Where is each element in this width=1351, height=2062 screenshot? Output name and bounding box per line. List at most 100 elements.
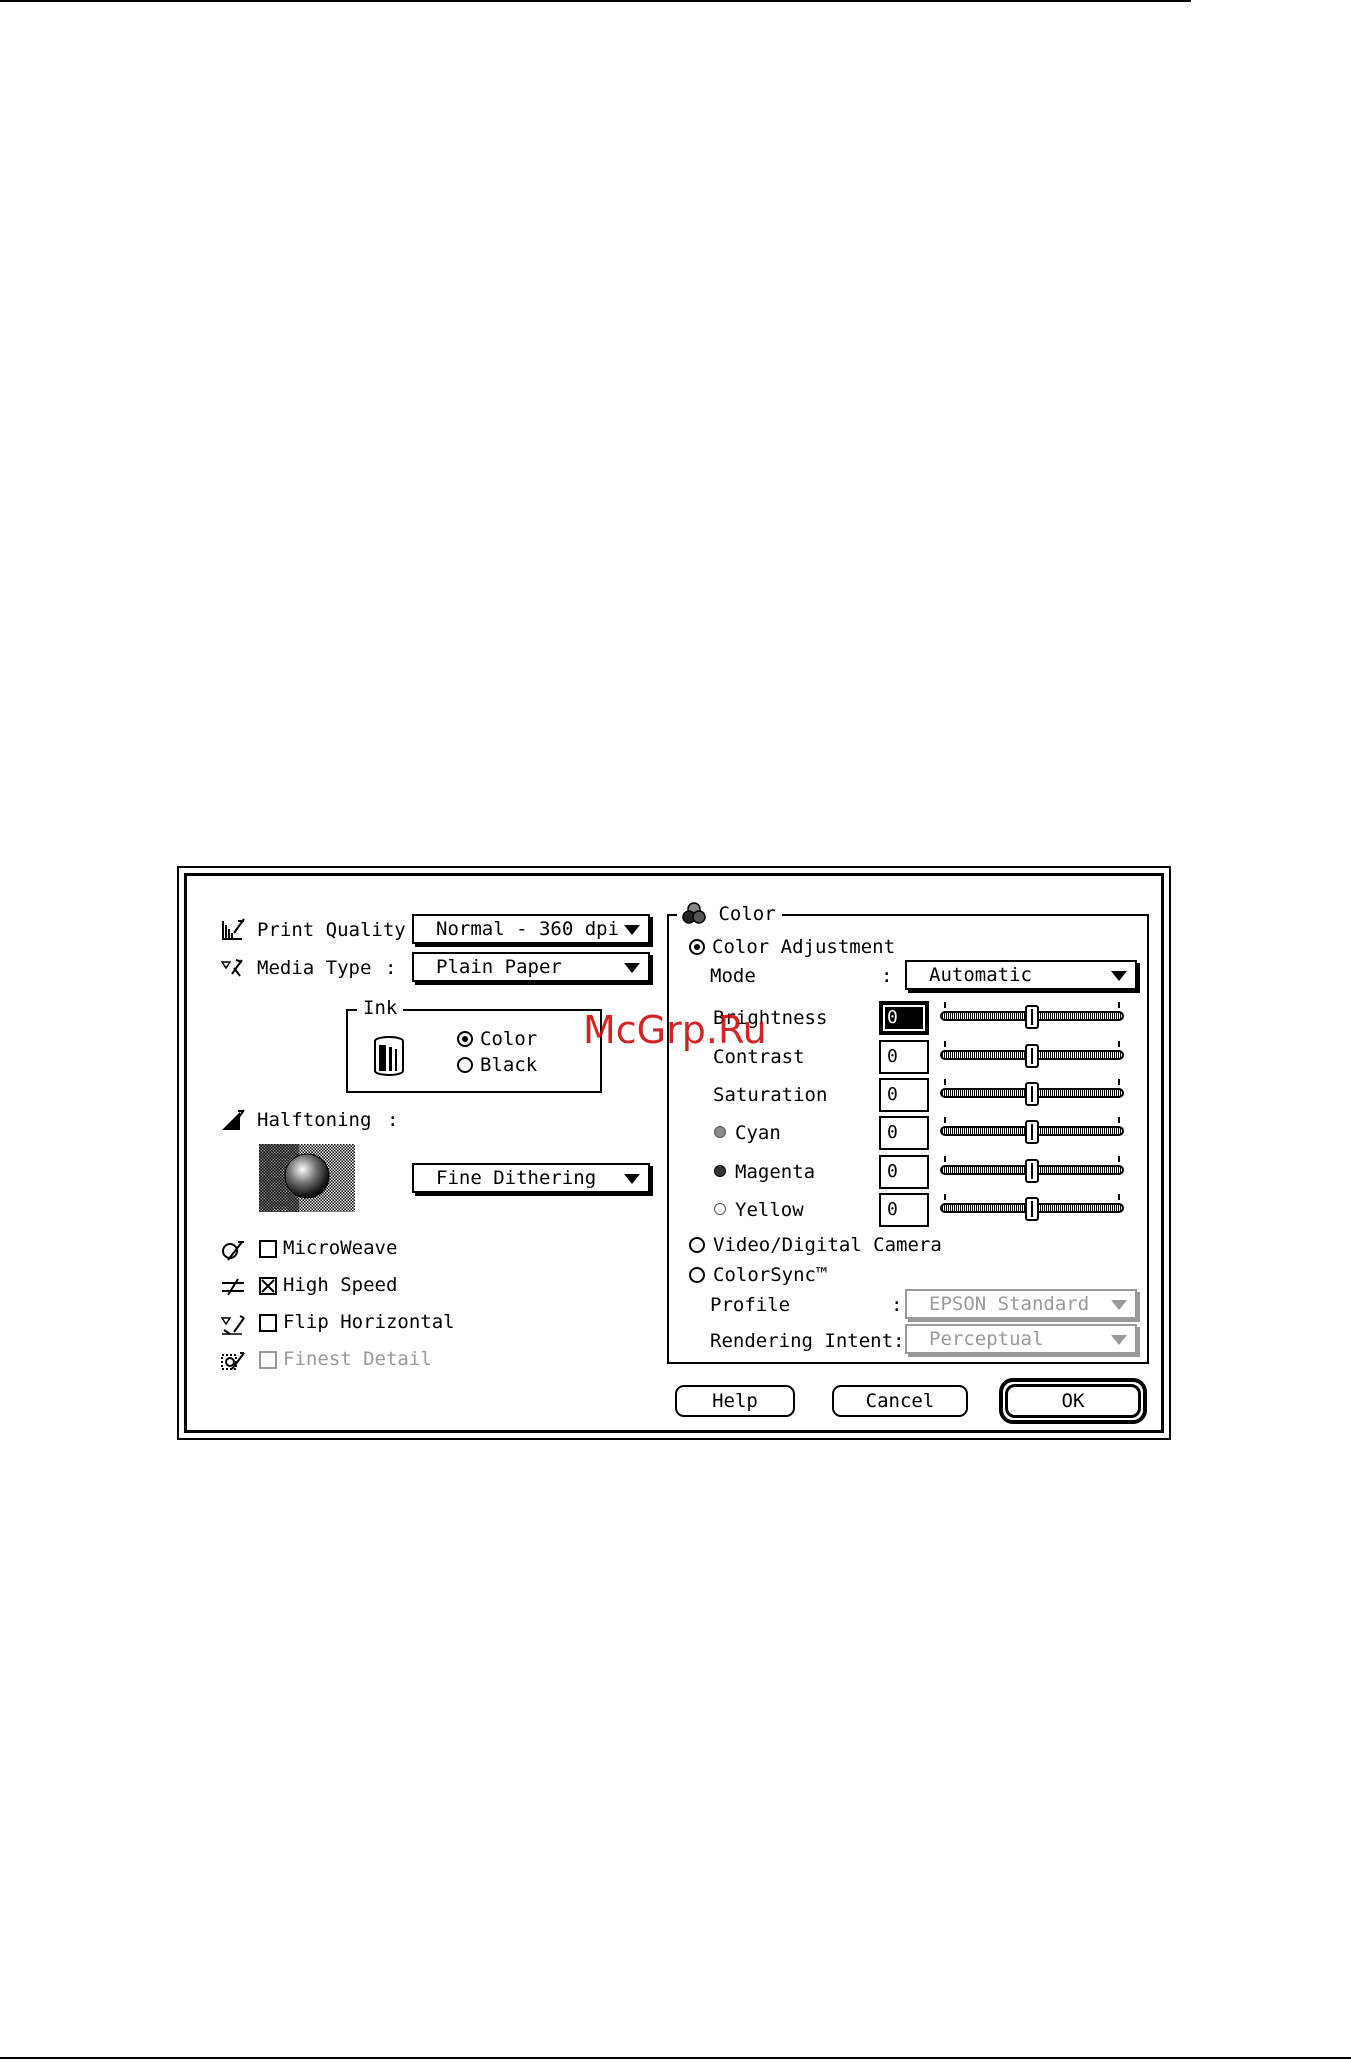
media-type-icon: [220, 959, 243, 977]
slider-tick: [944, 1117, 946, 1123]
media-type-colon: :: [385, 957, 397, 979]
print-quality-value: Normal - 360 dpi: [436, 918, 620, 940]
ink-color-label: Color: [480, 1028, 538, 1050]
checkmark-x-icon: [261, 1279, 275, 1293]
color-adjustment-label: Color Adjustment: [712, 936, 896, 958]
profile-label: Profile: [710, 1294, 791, 1316]
help-button[interactable]: Help: [675, 1385, 795, 1417]
halftoning-preview-image: [259, 1144, 355, 1212]
slider-tick: [1118, 1117, 1120, 1123]
print-quality-icon: [222, 918, 245, 940]
halftoning-select[interactable]: Fine Dithering: [412, 1163, 650, 1193]
profile-select[interactable]: EPSON Standard: [905, 1289, 1137, 1319]
media-type-select[interactable]: Plain Paper: [412, 952, 650, 982]
color-adjustment-radio[interactable]: [689, 939, 705, 955]
flip-horizontal-checkbox[interactable]: [259, 1314, 277, 1332]
ok-button[interactable]: OK: [1005, 1384, 1141, 1418]
brightness-slider[interactable]: [940, 1002, 1124, 1029]
print-quality-select[interactable]: Normal - 360 dpi: [412, 914, 650, 944]
mode-colon: :: [881, 965, 893, 987]
finest-detail-icon: [221, 1352, 245, 1370]
saturation-slider[interactable]: [940, 1079, 1124, 1106]
slider-thumb[interactable]: [1025, 1159, 1039, 1183]
halftoning-value: Fine Dithering: [436, 1167, 597, 1189]
brightness-field[interactable]: 0: [879, 1001, 929, 1035]
rendering-intent-select[interactable]: Perceptual: [905, 1324, 1137, 1354]
chevron-down-icon: [1111, 1300, 1127, 1310]
yellow-slider[interactable]: [940, 1194, 1124, 1221]
halftoning-colon: :: [387, 1109, 399, 1131]
contrast-field[interactable]: 0: [879, 1040, 929, 1074]
slider-tick: [944, 1156, 946, 1162]
slider-tick: [944, 1194, 946, 1200]
profile-colon: :: [891, 1294, 903, 1316]
colorsync-label: ColorSync™: [713, 1264, 828, 1286]
mode-select[interactable]: Automatic: [905, 960, 1137, 990]
flip-horizontal-icon: [220, 1315, 245, 1335]
slider-thumb[interactable]: [1025, 1005, 1039, 1029]
ink-color-radio[interactable]: [457, 1031, 473, 1047]
yellow-label: Yellow: [735, 1199, 804, 1221]
cyan-slider[interactable]: [940, 1117, 1124, 1144]
slider-tick: [1118, 1079, 1120, 1085]
slider-tick: [944, 1079, 946, 1085]
video-camera-radio[interactable]: [689, 1237, 705, 1253]
color-group-title: Color: [677, 902, 782, 926]
slider-thumb[interactable]: [1025, 1120, 1039, 1144]
high-speed-checkbox[interactable]: [259, 1277, 277, 1295]
finest-detail-checkbox[interactable]: [259, 1351, 277, 1369]
profile-value: EPSON Standard: [929, 1293, 1090, 1315]
saturation-field[interactable]: 0: [879, 1078, 929, 1112]
color-circles-icon: [682, 902, 706, 924]
yellow-field[interactable]: 0: [879, 1193, 929, 1227]
chevron-down-icon: [624, 963, 640, 973]
colorsync-radio[interactable]: [689, 1267, 705, 1283]
rendering-intent-label: Rendering Intent:: [710, 1330, 905, 1352]
high-speed-icon: [222, 1278, 244, 1296]
magenta-label: Magenta: [735, 1161, 816, 1183]
yellow-dot-icon: [714, 1203, 726, 1215]
contrast-slider[interactable]: [940, 1041, 1124, 1068]
media-type-label: Media Type: [257, 957, 372, 979]
slider-tick: [1118, 1194, 1120, 1200]
high-speed-label: High Speed: [283, 1274, 398, 1296]
magenta-slider[interactable]: [940, 1156, 1124, 1183]
finest-detail-label: Finest Detail: [283, 1348, 432, 1370]
page-top-rule: [0, 0, 1191, 2]
ink-black-radio[interactable]: [457, 1057, 473, 1073]
chevron-down-icon: [624, 1174, 640, 1184]
chevron-down-icon: [624, 925, 640, 935]
halftoning-icon: [222, 1109, 245, 1130]
ink-black-label: Black: [480, 1054, 538, 1076]
magenta-dot-icon: [714, 1165, 726, 1177]
ink-cartridge-icon: [374, 1036, 404, 1076]
page-bottom-rule: [0, 2057, 1351, 2059]
video-camera-label: Video/Digital Camera: [713, 1234, 942, 1256]
slider-thumb[interactable]: [1025, 1082, 1039, 1106]
slider-tick: [1118, 1156, 1120, 1162]
microweave-label: MicroWeave: [283, 1237, 398, 1259]
halftoning-label: Halftoning: [257, 1109, 372, 1131]
magenta-field[interactable]: 0: [879, 1155, 929, 1189]
slider-tick: [944, 1041, 946, 1047]
cyan-field[interactable]: 0: [879, 1116, 929, 1150]
print-quality-label: Print Quality :: [257, 919, 429, 941]
slider-tick: [944, 1002, 946, 1008]
slider-tick: [1118, 1041, 1120, 1047]
saturation-label: Saturation: [713, 1084, 828, 1106]
cancel-button[interactable]: Cancel: [832, 1385, 968, 1417]
mode-value: Automatic: [929, 964, 1032, 986]
cyan-dot-icon: [714, 1126, 726, 1138]
ink-group-title: Ink: [357, 996, 404, 1020]
color-title-text: Color: [718, 903, 776, 925]
microweave-checkbox[interactable]: [259, 1240, 277, 1258]
dialog-frame: Print Quality : Normal - 360 dpi Media T…: [184, 873, 1164, 1433]
slider-thumb[interactable]: [1025, 1044, 1039, 1068]
rendering-intent-value: Perceptual: [929, 1328, 1044, 1350]
slider-thumb[interactable]: [1025, 1197, 1039, 1221]
watermark: McGrp.Ru: [583, 1008, 767, 1052]
print-options-dialog: Print Quality : Normal - 360 dpi Media T…: [177, 866, 1171, 1440]
flip-horizontal-label: Flip Horizontal: [283, 1311, 455, 1333]
media-type-value: Plain Paper: [436, 956, 562, 978]
cyan-label: Cyan: [735, 1122, 781, 1144]
